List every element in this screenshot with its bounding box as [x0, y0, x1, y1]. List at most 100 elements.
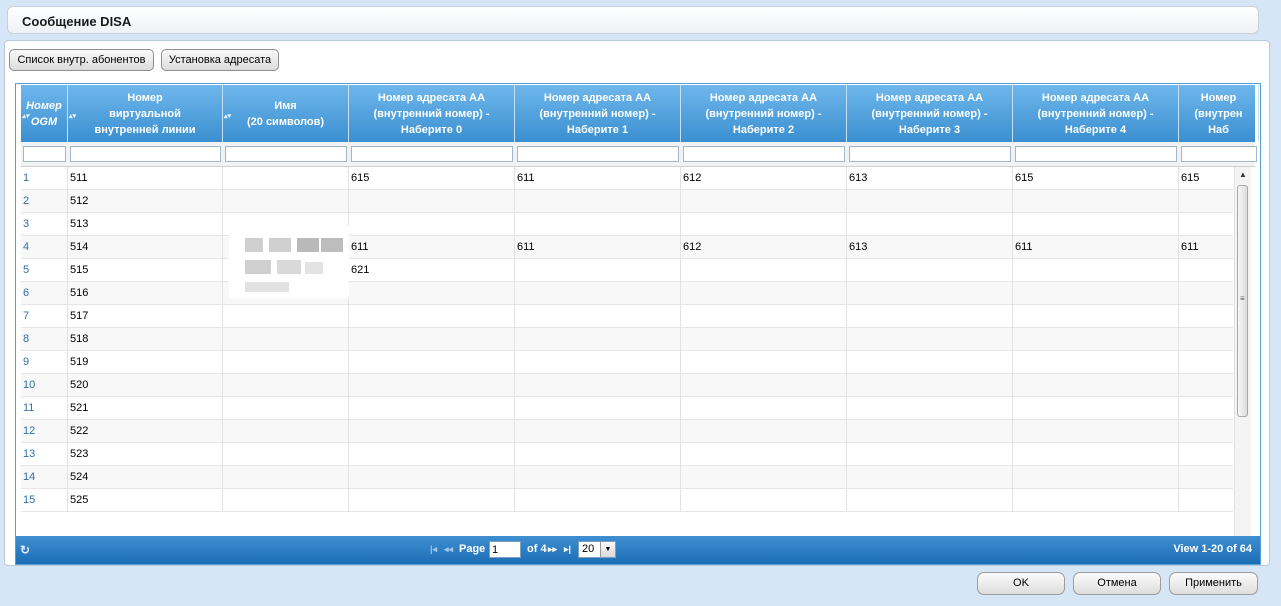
prev-page-icon[interactable]: ◂◂: [444, 544, 453, 555]
table-cell[interactable]: [847, 420, 1013, 443]
last-page-icon[interactable]: ▸|: [564, 544, 571, 555]
vertical-scroll-thumb[interactable]: ≡: [1237, 185, 1248, 417]
table-cell[interactable]: 611: [349, 236, 515, 259]
table-cell[interactable]: [515, 190, 681, 213]
filter-input-6[interactable]: [849, 146, 1011, 162]
table-cell[interactable]: [515, 328, 681, 351]
table-cell[interactable]: 613: [847, 236, 1013, 259]
table-cell[interactable]: [847, 489, 1013, 512]
table-cell[interactable]: 517: [68, 305, 223, 328]
table-cell[interactable]: [515, 397, 681, 420]
table-cell[interactable]: [349, 397, 515, 420]
vertical-scrollbar[interactable]: ▲ ≡ ▼: [1234, 167, 1251, 564]
filter-input-4[interactable]: [517, 146, 679, 162]
table-cell[interactable]: [515, 213, 681, 236]
row-number-cell[interactable]: 13: [21, 443, 68, 466]
row-number-cell[interactable]: 4: [21, 236, 68, 259]
table-cell[interactable]: [1179, 397, 1233, 420]
filter-input-2[interactable]: [225, 146, 347, 162]
table-cell[interactable]: 612: [681, 236, 847, 259]
table-cell[interactable]: [515, 420, 681, 443]
table-cell[interactable]: [515, 351, 681, 374]
column-header-2[interactable]: Имя (20 символов) ▴▾: [223, 85, 349, 142]
table-cell[interactable]: 611: [515, 236, 681, 259]
table-cell[interactable]: [681, 305, 847, 328]
table-cell[interactable]: [1179, 328, 1233, 351]
table-cell[interactable]: 611: [1013, 236, 1179, 259]
chevron-down-icon[interactable]: ▼: [600, 542, 615, 557]
table-row[interactable]: 10 520: [21, 374, 1233, 397]
table-cell[interactable]: [223, 397, 349, 420]
table-row[interactable]: 3 513: [21, 213, 1233, 236]
table-cell[interactable]: [349, 213, 515, 236]
table-cell[interactable]: 521: [68, 397, 223, 420]
apply-button[interactable]: Применить: [1169, 572, 1258, 595]
filter-input-3[interactable]: [351, 146, 513, 162]
table-cell[interactable]: [223, 374, 349, 397]
table-cell[interactable]: [681, 374, 847, 397]
table-cell[interactable]: [847, 305, 1013, 328]
table-cell[interactable]: [681, 443, 847, 466]
table-cell[interactable]: [223, 420, 349, 443]
table-cell[interactable]: [681, 466, 847, 489]
sort-icon[interactable]: ▴▾: [224, 109, 231, 125]
column-header-6[interactable]: Номер адресата АА (внутренний номер) - Н…: [847, 85, 1013, 142]
table-cell[interactable]: [847, 443, 1013, 466]
table-cell[interactable]: [1179, 351, 1233, 374]
table-cell[interactable]: [681, 328, 847, 351]
table-cell[interactable]: [349, 190, 515, 213]
row-number-cell[interactable]: 8: [21, 328, 68, 351]
refresh-icon[interactable]: ↻: [20, 543, 30, 557]
table-row[interactable]: 11 521: [21, 397, 1233, 420]
row-number-cell[interactable]: 15: [21, 489, 68, 512]
row-number-cell[interactable]: 11: [21, 397, 68, 420]
table-cell[interactable]: [1013, 213, 1179, 236]
row-number-cell[interactable]: 10: [21, 374, 68, 397]
scroll-up-icon[interactable]: ▲: [1239, 170, 1247, 179]
table-cell[interactable]: [349, 328, 515, 351]
table-cell[interactable]: [1013, 328, 1179, 351]
table-cell[interactable]: [681, 420, 847, 443]
subscribers-list-button[interactable]: Список внутр. абонентов: [9, 49, 154, 71]
table-cell[interactable]: [349, 466, 515, 489]
row-number-cell[interactable]: 5: [21, 259, 68, 282]
column-header-5[interactable]: Номер адресата АА (внутренний номер) - Н…: [681, 85, 847, 142]
table-cell[interactable]: 513: [68, 213, 223, 236]
table-cell[interactable]: [349, 351, 515, 374]
table-cell[interactable]: [1013, 305, 1179, 328]
filter-input-0[interactable]: [23, 146, 66, 162]
table-cell[interactable]: [1013, 466, 1179, 489]
table-cell[interactable]: [681, 190, 847, 213]
table-cell[interactable]: [681, 259, 847, 282]
table-cell[interactable]: [847, 374, 1013, 397]
sort-icon[interactable]: ▴▾: [69, 109, 76, 125]
table-cell[interactable]: 615: [349, 167, 515, 190]
row-number-cell[interactable]: 6: [21, 282, 68, 305]
table-row[interactable]: 6 516: [21, 282, 1233, 305]
table-cell[interactable]: [847, 328, 1013, 351]
table-row[interactable]: 4 514 611 611 612 613 611 611: [21, 236, 1233, 259]
table-cell[interactable]: [223, 466, 349, 489]
row-number-cell[interactable]: 7: [21, 305, 68, 328]
first-page-icon[interactable]: |◂: [430, 544, 437, 555]
table-cell[interactable]: [847, 466, 1013, 489]
table-cell[interactable]: [223, 328, 349, 351]
table-cell[interactable]: 524: [68, 466, 223, 489]
table-cell[interactable]: [223, 190, 349, 213]
table-cell[interactable]: [515, 466, 681, 489]
table-cell[interactable]: 621: [349, 259, 515, 282]
table-cell[interactable]: [223, 443, 349, 466]
table-cell[interactable]: [1013, 282, 1179, 305]
table-cell[interactable]: [847, 282, 1013, 305]
column-header-4[interactable]: Номер адресата АА (внутренний номер) - Н…: [515, 85, 681, 142]
table-cell[interactable]: [1179, 190, 1233, 213]
table-cell[interactable]: [681, 213, 847, 236]
table-cell[interactable]: [223, 305, 349, 328]
set-destination-button[interactable]: Установка адресата: [161, 49, 279, 71]
column-header-1[interactable]: Номер виртуальной внутренней линии ▴▾: [68, 85, 223, 142]
table-cell[interactable]: [515, 259, 681, 282]
table-cell[interactable]: 518: [68, 328, 223, 351]
table-cell[interactable]: [1179, 305, 1233, 328]
table-cell[interactable]: 611: [515, 167, 681, 190]
row-number-cell[interactable]: 3: [21, 213, 68, 236]
